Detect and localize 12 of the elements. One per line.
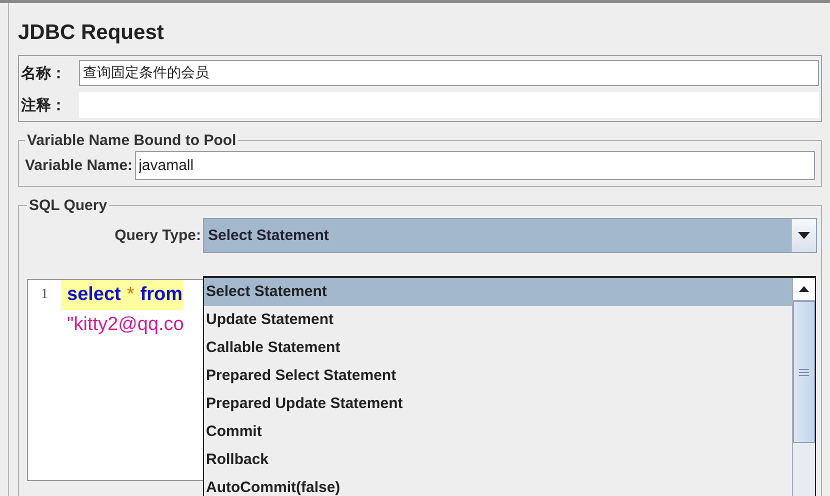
group-legend: Variable Name Bound to Pool — [25, 132, 238, 149]
code-token: * — [126, 284, 134, 306]
code-token: "kitty2@qq.co — [67, 314, 184, 336]
name-label: 名称： — [21, 64, 67, 82]
variable-name-label: Variable Name: — [25, 157, 133, 174]
line-number: 1 — [41, 287, 48, 303]
code-token: select — [67, 284, 121, 306]
group-legend: SQL Query — [27, 197, 110, 214]
query-type-label: Query Type: — [114, 227, 201, 244]
panel-title: JDBC Request — [18, 21, 165, 46]
code-token: from — [140, 284, 183, 306]
comment-label: 注释： — [21, 96, 67, 114]
